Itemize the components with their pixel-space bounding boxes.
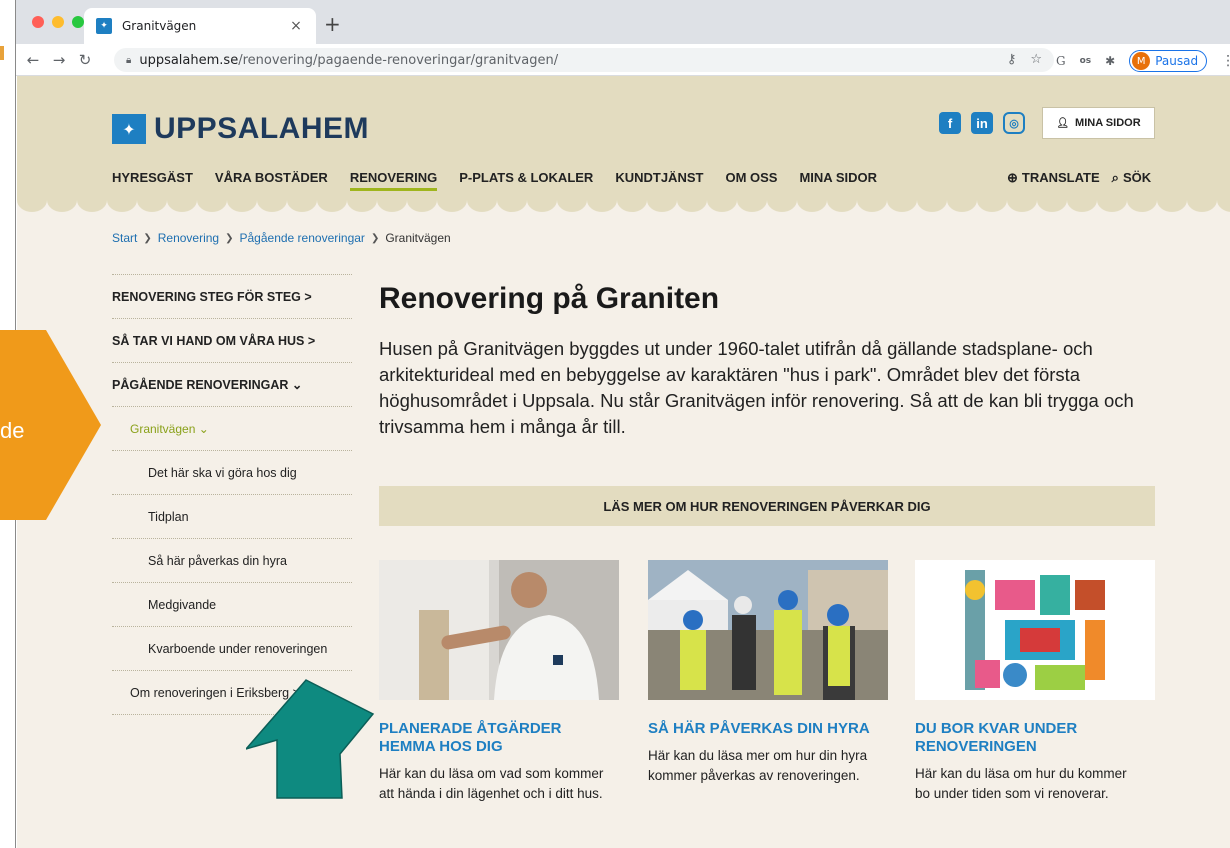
- close-window-button[interactable]: [32, 16, 44, 28]
- lock-icon: 🔒︎: [126, 54, 132, 66]
- chevron-right-icon: ❯: [225, 232, 234, 244]
- puzzle-icon[interactable]: ✱: [1105, 54, 1115, 68]
- breadcrumb-pagaende[interactable]: Pågående renoveringar: [240, 231, 365, 245]
- breadcrumb: Start ❯ Renovering ❯ Pågående renovering…: [112, 231, 451, 245]
- globe-icon: ⊕: [1007, 170, 1018, 185]
- browser-chrome: ✦ Granitvägen × + ← → ↻ 🔒︎ uppsalahem.se…: [16, 0, 1230, 76]
- search-label: SÖK: [1122, 170, 1152, 185]
- sidemenu-item-hyra[interactable]: Så här påverkas din hyra: [112, 538, 352, 582]
- card-image-illustration[interactable]: [915, 560, 1155, 700]
- sidemenu-item-granitvagen[interactable]: Granitvägen ⌄: [112, 406, 352, 450]
- pentagon-text: de: [0, 418, 24, 443]
- edge-marker: [0, 46, 4, 60]
- nav-item-renovering[interactable]: RENOVERING: [349, 170, 438, 191]
- utility-nav: ⊕ TRANSLATE ⌕ SÖK: [1007, 170, 1151, 186]
- teal-arrow-overlay: [246, 679, 375, 799]
- card-title[interactable]: PLANERADE ÅTGÄRDER HEMMA HOS DIG: [379, 720, 619, 756]
- nav-item-vara-bostader[interactable]: VÅRA BOSTÄDER: [215, 170, 328, 191]
- sidemenu-item-var-hus[interactable]: SÅ TAR VI HAND OM VÅRA HUS >: [112, 318, 352, 362]
- forward-icon[interactable]: →: [46, 51, 72, 69]
- card-hyra[interactable]: SÅ HÄR PÅVERKAS DIN HYRA Här kan du läsa…: [648, 560, 888, 786]
- translate-extension-icon[interactable]: G: [1056, 54, 1066, 68]
- card-title[interactable]: SÅ HÄR PÅVERKAS DIN HYRA: [648, 720, 888, 738]
- url-path: /renovering/pagaende-renoveringar/granit…: [238, 52, 559, 68]
- logo-mark-icon: ✦: [112, 114, 146, 144]
- breadcrumb-start[interactable]: Start: [112, 231, 137, 245]
- read-more-banner[interactable]: LÄS MER OM HUR RENOVERINGEN PÅVERKAR DIG: [379, 486, 1155, 526]
- tab-close-icon[interactable]: ×: [288, 18, 304, 34]
- chevron-right-icon: ❯: [143, 232, 152, 244]
- linkedin-icon[interactable]: in: [971, 112, 993, 134]
- reload-icon[interactable]: ↻: [72, 51, 98, 69]
- tab-bar: ✦ Granitvägen × +: [16, 0, 1230, 44]
- new-tab-icon[interactable]: +: [324, 14, 341, 34]
- search-link[interactable]: ⌕ SÖK: [1112, 170, 1151, 186]
- facebook-icon[interactable]: f: [939, 112, 961, 134]
- orange-pentagon-overlay: de: [0, 330, 101, 520]
- address-bar[interactable]: 🔒︎ uppsalahem.se/renovering/pagaende-ren…: [114, 48, 1054, 72]
- extension-icon[interactable]: os: [1080, 56, 1092, 66]
- sidemenu-item-medgivande[interactable]: Medgivande: [112, 582, 352, 626]
- card-description: Här kan du läsa mer om hur din hyra komm…: [648, 748, 868, 783]
- instagram-icon[interactable]: ◎: [1003, 112, 1025, 134]
- browser-tab[interactable]: ✦ Granitvägen ×: [84, 8, 316, 44]
- profile-chip[interactable]: M Pausad: [1129, 50, 1208, 72]
- page-title: Renovering på Graniten: [379, 282, 720, 315]
- sidemenu-item-kvarboende[interactable]: Kvarboende under renoveringen: [112, 626, 352, 670]
- main-nav: HYRESGÄST VÅRA BOSTÄDER RENOVERING P-PLA…: [112, 170, 877, 191]
- header-scallop: [17, 200, 1230, 212]
- breadcrumb-current: Granitvägen: [385, 231, 451, 245]
- nav-item-om-oss[interactable]: OM OSS: [725, 170, 777, 191]
- sidemenu-item-pagaende[interactable]: PÅGÅENDE RENOVERINGAR ⌄: [112, 362, 352, 406]
- minimize-window-button[interactable]: [52, 16, 64, 28]
- key-icon[interactable]: ⚷: [1007, 52, 1017, 67]
- site-logo[interactable]: ✦ UPPSALAHEM: [112, 112, 369, 146]
- sidemenu-item-steg-for-steg[interactable]: RENOVERING STEG FÖR STEG >: [112, 274, 352, 318]
- card-title[interactable]: DU BOR KVAR UNDER RENOVERINGEN: [915, 720, 1155, 756]
- sidemenu-item-gora-hos-dig[interactable]: Det här ska vi göra hos dig: [112, 450, 352, 494]
- avatar: M: [1132, 52, 1151, 70]
- card-description: Här kan du läsa om vad som kommer att hä…: [379, 766, 604, 801]
- intro-text: Husen på Granitvägen byggdes ut under 19…: [379, 338, 1134, 437]
- side-menu: RENOVERING STEG FÖR STEG > SÅ TAR VI HAN…: [112, 274, 352, 715]
- card-image-worker[interactable]: [379, 560, 619, 700]
- extension-icons: G os ✱ M Pausad ⋮: [1056, 50, 1230, 72]
- card-bor-kvar[interactable]: DU BOR KVAR UNDER RENOVERINGEN Här kan d…: [915, 560, 1155, 804]
- browser-toolbar: ← → ↻ 🔒︎ uppsalahem.se/renovering/pagaen…: [16, 44, 1230, 76]
- menu-kebab-icon[interactable]: ⋮: [1221, 53, 1230, 69]
- nav-item-hyresgast[interactable]: HYRESGÄST: [112, 170, 193, 191]
- tab-title: Granitvägen: [122, 19, 197, 33]
- bookmark-star-icon[interactable]: ☆: [1030, 52, 1042, 67]
- profile-status: Pausad: [1155, 54, 1199, 68]
- site-header: ✦ UPPSALAHEM f in ◎ 👤︎ MINA SIDOR HYRESG…: [17, 76, 1230, 200]
- website: ✦ UPPSALAHEM f in ◎ 👤︎ MINA SIDOR HYRESG…: [17, 76, 1230, 848]
- card-planerade-atgarder[interactable]: PLANERADE ÅTGÄRDER HEMMA HOS DIG Här kan…: [379, 560, 619, 804]
- user-icon: 👤︎: [1056, 117, 1070, 129]
- nav-item-kundtjanst[interactable]: KUNDTJÄNST: [615, 170, 703, 191]
- breadcrumb-renovering[interactable]: Renovering: [158, 231, 219, 245]
- maximize-window-button[interactable]: [72, 16, 84, 28]
- card-image-workers[interactable]: [648, 560, 888, 700]
- mina-sidor-label: MINA SIDOR: [1075, 117, 1141, 129]
- mina-sidor-button[interactable]: 👤︎ MINA SIDOR: [1042, 107, 1155, 139]
- back-icon[interactable]: ←: [20, 51, 46, 69]
- favicon-icon: ✦: [96, 18, 112, 34]
- window-controls: [32, 16, 84, 28]
- sidemenu-item-tidplan[interactable]: Tidplan: [112, 494, 352, 538]
- logo-text: UPPSALAHEM: [154, 112, 370, 145]
- omnibox-icons: ⚷ ☆: [1007, 52, 1042, 67]
- nav-item-mina-sidor[interactable]: MINA SIDOR: [799, 170, 877, 191]
- search-icon: ⌕: [1111, 170, 1119, 185]
- social-links: f in ◎: [939, 112, 1025, 134]
- url-host: uppsalahem.se: [139, 52, 239, 68]
- nav-item-p-plats[interactable]: P-PLATS & LOKALER: [459, 170, 593, 191]
- card-description: Här kan du läsa om hur du kommer bo unde…: [915, 766, 1127, 801]
- translate-link[interactable]: ⊕ TRANSLATE: [1007, 170, 1100, 186]
- translate-label: TRANSLATE: [1021, 170, 1100, 185]
- chevron-right-icon: ❯: [370, 232, 380, 244]
